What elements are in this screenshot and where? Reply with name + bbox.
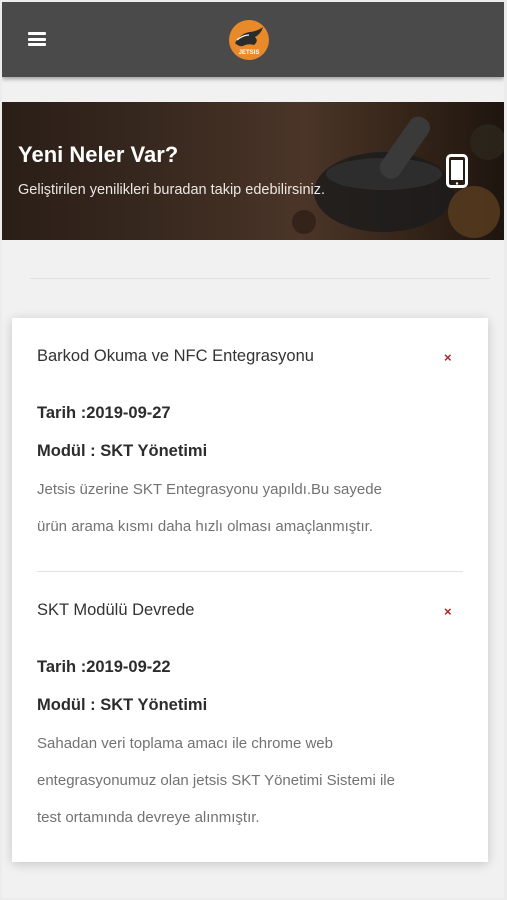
- jetsis-logo[interactable]: JETSIS: [228, 19, 270, 61]
- mobile-phone-icon: [446, 154, 468, 188]
- close-icon[interactable]: ×: [444, 350, 452, 365]
- entry-title: Barkod Okuma ve NFC Entegrasyonu: [37, 347, 314, 365]
- mortar-pestle-image: [292, 116, 504, 238]
- hero-subtitle: Geliştirilen yenilikleri buradan takip e…: [18, 182, 326, 198]
- entry-date: Tarih :2019-09-27: [37, 404, 171, 422]
- hamburger-menu-icon[interactable]: [28, 32, 46, 46]
- entry-description-line: entegrasyonumuz olan jetsis SKT Yönetimi…: [37, 772, 395, 789]
- hero-title: Yeni Neler Var?: [18, 142, 179, 167]
- entry-description: Jetsis üzerine SKT Entegrasyonu yapıldı.…: [37, 471, 469, 545]
- entry-description-line: ürün arama kısmı daha hızlı olması amaçl…: [37, 518, 373, 535]
- news-card: Barkod Okuma ve NFC Entegrasyonu × Tarih…: [12, 318, 488, 862]
- entry-module: Modül : SKT Yönetimi: [37, 696, 208, 714]
- logo-text: JETSIS: [239, 50, 260, 56]
- entry-title: SKT Modülü Devrede: [37, 601, 195, 619]
- entry-description-line: Sahadan veri toplama amacı ile chrome we…: [37, 735, 333, 752]
- hero-banner: Yeni Neler Var? Geliştirilen yenilikleri…: [2, 102, 504, 240]
- section-divider: [30, 278, 490, 279]
- close-icon[interactable]: ×: [444, 604, 452, 619]
- entry-module: Modül : SKT Yönetimi: [37, 442, 208, 460]
- entry-separator: [37, 571, 463, 572]
- app-frame: JETSIS Yeni Neler Var? Geliştirilen yeni…: [2, 2, 504, 898]
- entry-date: Tarih :2019-09-22: [37, 658, 171, 676]
- entry-description: Sahadan veri toplama amacı ile chrome we…: [37, 725, 469, 836]
- entry-description-line: Jetsis üzerine SKT Entegrasyonu yapıldı.…: [37, 481, 382, 498]
- top-bar: JETSIS: [2, 2, 504, 77]
- entry-description-line: test ortamında devreye alınmıştır.: [37, 809, 260, 826]
